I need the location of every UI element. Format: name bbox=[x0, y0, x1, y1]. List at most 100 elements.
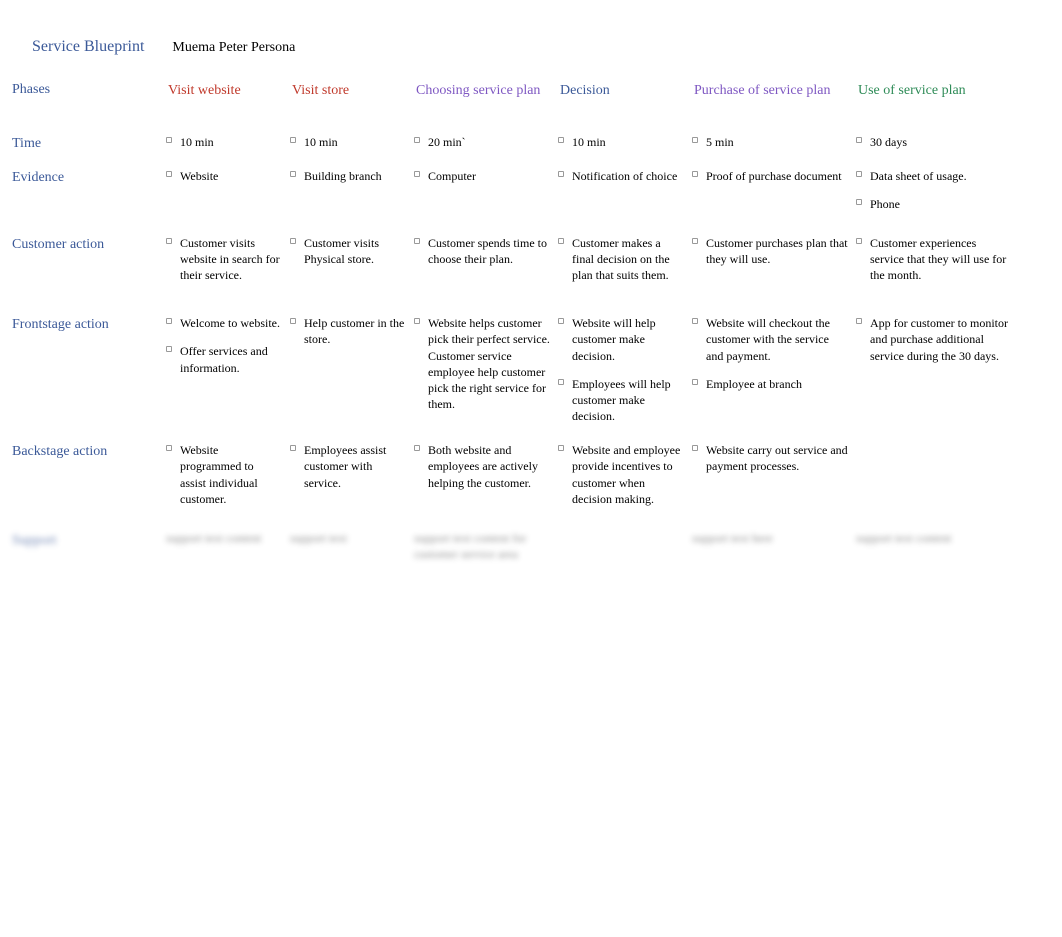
list-item: Offer services and information. bbox=[166, 343, 282, 375]
list-item: Customer purchases plan that they will u… bbox=[692, 235, 848, 267]
item-text: Employee at branch bbox=[706, 376, 802, 392]
cell: Employees assist customer with service. bbox=[288, 436, 408, 519]
list-item: Help customer in the store. bbox=[290, 315, 406, 347]
cell: Customer visits Physical store. bbox=[288, 229, 408, 304]
item-text: Website programmed to assist individual … bbox=[180, 442, 282, 507]
bullet-icon bbox=[166, 171, 172, 177]
bullet-icon bbox=[290, 445, 296, 451]
item-text: Customer purchases plan that they will u… bbox=[706, 235, 848, 267]
bullet-icon bbox=[692, 379, 698, 385]
row-label: Time bbox=[10, 128, 160, 156]
item-text: 10 min bbox=[180, 134, 214, 150]
list-item: Customer visits Physical store. bbox=[290, 235, 406, 267]
phase-header: Decision bbox=[556, 74, 686, 122]
cell: Customer visits website in search for th… bbox=[164, 229, 284, 304]
doc-subtitle: Muema Peter Persona bbox=[172, 40, 295, 56]
list-item: Employees assist customer with service. bbox=[290, 442, 406, 491]
bullet-icon bbox=[558, 379, 564, 385]
item-text: Website will checkout the customer with … bbox=[706, 315, 848, 364]
blurred-cell bbox=[556, 525, 686, 568]
list-item: Employees will help customer make decisi… bbox=[558, 376, 684, 425]
cell: Customer makes a final decision on the p… bbox=[556, 229, 686, 304]
bullet-icon bbox=[166, 318, 172, 324]
row-label: Frontstage action bbox=[10, 309, 160, 430]
bullet-icon bbox=[856, 238, 862, 244]
item-text: 10 min bbox=[304, 134, 338, 150]
bullet-icon bbox=[558, 318, 564, 324]
item-text: Customer makes a final decision on the p… bbox=[572, 235, 684, 284]
cell: Customer spends time to choose their pla… bbox=[412, 229, 552, 304]
item-text: Customer visits website in search for th… bbox=[180, 235, 282, 284]
blurred-cell: support text content bbox=[854, 525, 1014, 568]
bullet-icon bbox=[856, 171, 862, 177]
cell: Customer experiences service that they w… bbox=[854, 229, 1014, 304]
cell: Building branch bbox=[288, 162, 408, 222]
list-item: Proof of purchase document bbox=[692, 168, 848, 184]
list-item: Employee at branch bbox=[692, 376, 848, 392]
item-text: Website carry out service and payment pr… bbox=[706, 442, 848, 474]
list-item: Both website and employees are actively … bbox=[414, 442, 550, 491]
item-text: Computer bbox=[428, 168, 476, 184]
cell: Notification of choice bbox=[556, 162, 686, 222]
item-text: Website will help customer make decision… bbox=[572, 315, 684, 364]
row-label: Evidence bbox=[10, 162, 160, 222]
cell: Website carry out service and payment pr… bbox=[690, 436, 850, 519]
cell: Welcome to website.Offer services and in… bbox=[164, 309, 284, 430]
list-item: 10 min bbox=[558, 134, 684, 150]
list-item: Website will checkout the customer with … bbox=[692, 315, 848, 364]
cell: 20 min` bbox=[412, 128, 552, 156]
bullet-icon bbox=[414, 445, 420, 451]
row-label: Phases bbox=[10, 74, 160, 122]
item-text: Data sheet of usage. bbox=[870, 168, 967, 184]
bullet-icon bbox=[290, 137, 296, 143]
cell: Customer purchases plan that they will u… bbox=[690, 229, 850, 304]
item-text: Website helps customer pick their perfec… bbox=[428, 315, 550, 412]
item-text: Notification of choice bbox=[572, 168, 677, 184]
list-item: Website helps customer pick their perfec… bbox=[414, 315, 550, 412]
cell: Data sheet of usage.Phone bbox=[854, 162, 1014, 222]
cell: Help customer in the store. bbox=[288, 309, 408, 430]
list-item: 10 min bbox=[290, 134, 406, 150]
cell: App for customer to monitor and purchase… bbox=[854, 309, 1014, 430]
bullet-icon bbox=[856, 199, 862, 205]
blurred-cell: support text content bbox=[164, 525, 284, 568]
list-item: Customer experiences service that they w… bbox=[856, 235, 1012, 284]
list-item: 30 days bbox=[856, 134, 1012, 150]
bullet-icon bbox=[166, 137, 172, 143]
list-item: Building branch bbox=[290, 168, 406, 184]
bullet-icon bbox=[558, 171, 564, 177]
cell: Website and employee provide incentives … bbox=[556, 436, 686, 519]
item-text: Both website and employees are actively … bbox=[428, 442, 550, 491]
list-item: App for customer to monitor and purchase… bbox=[856, 315, 1012, 364]
list-item: 20 min` bbox=[414, 134, 550, 150]
phase-header: Visit website bbox=[164, 74, 284, 122]
item-text: Employees will help customer make decisi… bbox=[572, 376, 684, 425]
cell: 10 min bbox=[288, 128, 408, 156]
bullet-icon bbox=[692, 318, 698, 324]
bullet-icon bbox=[414, 238, 420, 244]
list-item: Customer visits website in search for th… bbox=[166, 235, 282, 284]
item-text: 10 min bbox=[572, 134, 606, 150]
blurred-cell: support text content for customer servic… bbox=[412, 525, 552, 568]
bullet-icon bbox=[692, 238, 698, 244]
cell: Both website and employees are actively … bbox=[412, 436, 552, 519]
bullet-icon bbox=[692, 137, 698, 143]
bullet-icon bbox=[692, 171, 698, 177]
cell: 30 days bbox=[854, 128, 1014, 156]
blurred-row-label: Support bbox=[10, 525, 160, 568]
bullet-icon bbox=[558, 445, 564, 451]
item-text: Offer services and information. bbox=[180, 343, 282, 375]
item-text: Customer spends time to choose their pla… bbox=[428, 235, 550, 267]
bullet-icon bbox=[856, 318, 862, 324]
bullet-icon bbox=[166, 346, 172, 352]
list-item: Customer makes a final decision on the p… bbox=[558, 235, 684, 284]
phase-header: Use of service plan bbox=[854, 74, 1014, 122]
blur-gradient bbox=[0, 597, 1062, 637]
blurred-cell: support text bbox=[288, 525, 408, 568]
cell: Proof of purchase document bbox=[690, 162, 850, 222]
item-text: Help customer in the store. bbox=[304, 315, 406, 347]
cell: 10 min bbox=[556, 128, 686, 156]
cell: Website will checkout the customer with … bbox=[690, 309, 850, 430]
cell: Website helps customer pick their perfec… bbox=[412, 309, 552, 430]
phase-header: Visit store bbox=[288, 74, 408, 122]
